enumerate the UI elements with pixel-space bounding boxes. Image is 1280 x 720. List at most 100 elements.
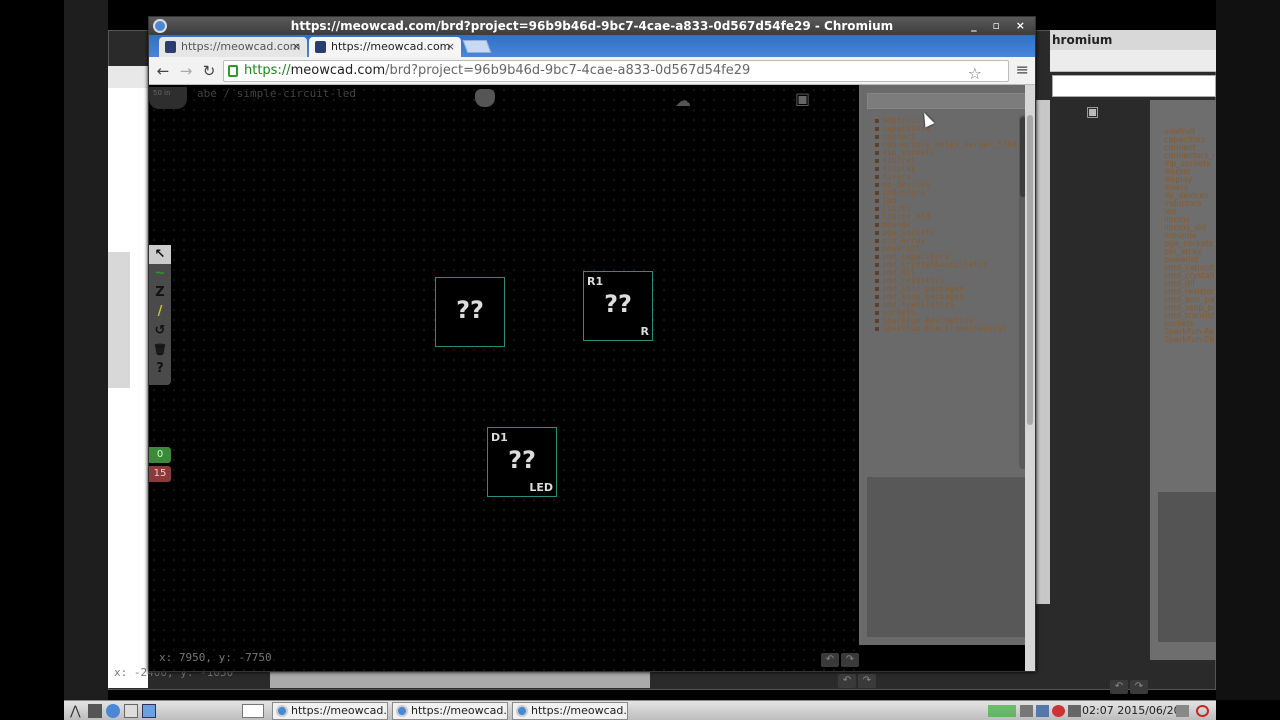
zoom-badge: 50 in [149, 87, 187, 109]
tab-label: https://meowcad.com [331, 40, 451, 53]
background-preview-box [1158, 492, 1216, 642]
component-label: ?? [456, 296, 484, 324]
desktop-right-strip [1216, 0, 1280, 700]
route-tool-icon[interactable]: ~ [149, 264, 171, 283]
background-window-nav [108, 66, 148, 88]
display-icon[interactable] [1036, 705, 1049, 717]
tab-bar: https://meowcad.com × https://meowcad.co… [149, 35, 1035, 57]
background-window-canvas-edge [108, 88, 148, 688]
project-title[interactable]: abe / simple-circuit-led [197, 87, 356, 100]
library-item[interactable]: inductors [875, 189, 1021, 197]
library-search-input[interactable] [867, 93, 1027, 109]
browser-window: https://meowcad.com/brd?project=96b9b46d… [148, 16, 1036, 672]
component-ref: D1 [491, 431, 508, 444]
url-scheme: https:// [244, 63, 291, 78]
background-scrollbar [1036, 100, 1050, 604]
camera-icon[interactable]: ▣ [795, 89, 810, 108]
chromium-icon [516, 705, 528, 717]
power-icon[interactable] [1196, 705, 1209, 717]
background-window-toolbar [1050, 50, 1216, 72]
chromium-launcher-icon[interactable] [106, 704, 120, 718]
component-ref: R1 [587, 275, 604, 288]
new-tab-button[interactable] [462, 40, 492, 53]
chromium-icon [153, 19, 167, 33]
component-value: LED [529, 481, 553, 494]
background-window-tools [108, 252, 130, 388]
board-canvas[interactable]: 50 in abe / simple-circuit-led ☁ ▣ ↖ ~ Z… [149, 85, 859, 671]
window-title: https://meowcad.com/brd?project=96b9b46d… [290, 19, 894, 33]
clock: 02:07 2015/06/20 [1082, 704, 1181, 717]
background-camera-icon: ▣ [1086, 104, 1100, 120]
chromium-icon [396, 705, 408, 717]
window-titlebar[interactable]: https://meowcad.com/brd?project=96b9b46d… [149, 17, 1035, 35]
component-value: R [640, 325, 649, 338]
tab-meowcad-1[interactable]: https://meowcad.com × [159, 37, 307, 57]
task-label: https://meowcad... [411, 704, 508, 717]
start-menu-icon[interactable]: ⋀ [70, 704, 84, 719]
meowcad-favicon-icon [315, 41, 326, 53]
undo-button[interactable]: ↶ [821, 653, 839, 667]
window-controls[interactable]: _ ▫ × [971, 17, 1031, 35]
network-icon[interactable] [1020, 705, 1033, 717]
cpu-graph-icon [988, 705, 1016, 717]
meowcad-cat-icon[interactable] [475, 89, 495, 107]
rotate-tool-icon[interactable]: ↺ [149, 321, 171, 340]
task-label: https://meowcad... [531, 704, 628, 717]
tab-label: https://meowcad.com [181, 40, 301, 53]
component-r1[interactable]: R1 ?? R [583, 271, 653, 341]
background-window-omnibox [1052, 75, 1216, 97]
chrome-menu-icon[interactable]: ≡ [1016, 60, 1029, 79]
footprint-preview [867, 477, 1027, 637]
desktop-icon[interactable] [142, 704, 156, 718]
library-list: adafruit capacitors connect connectors_mole… [875, 117, 1021, 349]
zone-tool-icon[interactable]: Z [149, 283, 171, 302]
component-unknown[interactable]: ?? [435, 277, 505, 347]
taskbar-task-1[interactable]: https://meowcad... [272, 702, 388, 720]
lock-icon [228, 65, 238, 77]
delete-tool-icon[interactable]: 🗑 [149, 340, 171, 359]
launcher-icon[interactable] [88, 704, 102, 718]
tool-palette: ↖ ~ Z / ↺ 🗑 ? [149, 245, 171, 385]
background-window-title: hromium [1050, 30, 1216, 50]
library-item[interactable]: SparkFun-Electromechanical [875, 325, 1021, 333]
background-redo-button: ↷ [1130, 680, 1148, 694]
page-scroll-thumb[interactable] [1027, 115, 1033, 425]
url-path: /brd?project=96b9b46d-9bc7-4cae-a833-0d5… [385, 63, 751, 78]
back-button[interactable]: ← [153, 61, 173, 81]
background-undo-button: ↶ [838, 674, 856, 688]
taskbar-task-2[interactable]: https://meowcad... [392, 702, 508, 720]
background-undo-redo-2: ↶ ↷ [1110, 680, 1150, 696]
layer-bottom-button[interactable]: 15 [149, 466, 171, 482]
redo-button[interactable]: ↷ [841, 653, 859, 667]
bookmark-star-icon[interactable]: ☆ [968, 64, 982, 81]
component-label: ?? [508, 446, 536, 474]
desktop: hromium ▣ adafruit capacitors connect conne… [0, 0, 1280, 720]
record-icon[interactable] [1052, 705, 1065, 717]
volume-icon[interactable] [1068, 705, 1081, 717]
tab-close-icon[interactable]: × [292, 37, 301, 57]
forward-button[interactable]: → [176, 61, 196, 81]
reload-button[interactable]: ↻ [199, 61, 219, 81]
background-library-item: SparkFun-Electromechanical [1164, 335, 1214, 344]
component-label: ?? [604, 290, 632, 318]
undo-redo: ↶ ↷ [821, 653, 859, 669]
cloud-download-icon[interactable]: ☁ [675, 91, 691, 110]
help-tool-icon[interactable]: ? [149, 359, 171, 378]
line-tool-icon[interactable]: / [149, 302, 171, 321]
library-panel: adafruit capacitors connect connectors_mole… [859, 85, 1035, 645]
taskbar-task-3[interactable]: https://meowcad... [512, 702, 628, 720]
screen-icon[interactable] [1176, 705, 1189, 717]
tab-meowcad-2[interactable]: https://meowcad.com × [309, 37, 461, 57]
background-undo-button: ↶ [1110, 680, 1128, 694]
address-bar[interactable]: https://meowcad.com/brd?project=96b9b46d… [223, 60, 1009, 82]
component-d1[interactable]: D1 ?? LED [487, 427, 557, 497]
layer-top-button[interactable]: 0 [149, 447, 171, 463]
files-icon[interactable] [124, 704, 138, 718]
tab-close-icon[interactable]: × [446, 37, 455, 57]
page-content: 50 in abe / simple-circuit-led ☁ ▣ ↖ ~ Z… [149, 85, 1035, 671]
background-library-list: adafruitcapacitorsconnectconnectors_mole… [1164, 128, 1214, 348]
workspace-icon[interactable] [242, 704, 264, 718]
url-host: meowcad.com [290, 63, 386, 78]
select-tool-icon[interactable]: ↖ [149, 245, 171, 264]
background-undo-redo: ↶ ↷ [838, 674, 878, 690]
